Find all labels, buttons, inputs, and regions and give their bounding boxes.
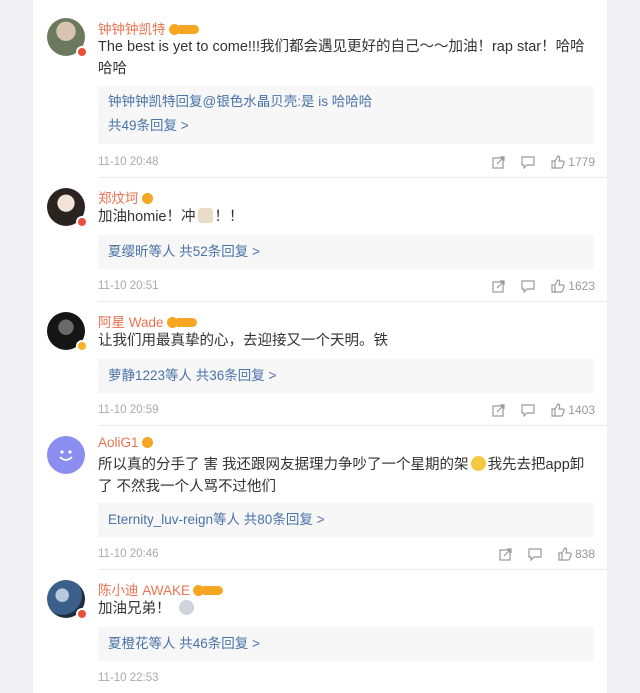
thumbs-up-icon (551, 155, 566, 169)
view-replies-link[interactable]: Eternity_luv-reign等人 共80条回复 > (108, 508, 584, 532)
divider (98, 301, 607, 302)
like-count: 1623 (568, 279, 595, 293)
share-icon[interactable] (492, 155, 505, 169)
comment-username[interactable]: 钟钟钟凯特 (98, 18, 199, 38)
divider (98, 569, 607, 570)
vip-badge-icon (193, 584, 224, 596)
view-replies-link[interactable]: 共49条回复 > (108, 114, 584, 138)
verified-badge-icon (76, 608, 88, 620)
vip-badge-icon (141, 192, 153, 204)
grin-emoji-icon (470, 456, 486, 471)
comment-meta: 11-10 20:48 1779 (98, 154, 595, 170)
comment-text: 让我们用最真挚的心，去迎接又一个天明。铁 (98, 333, 388, 349)
vip-badge-icon (166, 316, 197, 328)
comment-time: 11-10 22:53 (98, 672, 159, 684)
view-replies-link[interactable]: 萝静1223等人 共36条回复 > (108, 364, 584, 388)
comment-text: 加油兄弟！ (98, 598, 593, 620)
share-icon[interactable] (492, 279, 505, 293)
like-count: 838 (574, 547, 595, 561)
comment-username[interactable]: 郑炆坷 (98, 187, 153, 207)
comment-time: 11-10 20:48 (98, 156, 159, 168)
comment-time: 11-10 20:46 (98, 548, 159, 560)
thumbs-up-icon (558, 547, 572, 561)
comment-icon[interactable] (521, 403, 535, 417)
comment-time: 11-10 20:51 (98, 280, 159, 292)
like-count: 1779 (568, 155, 595, 169)
like-button[interactable]: 1623 (551, 278, 595, 294)
reply-preview[interactable]: Eternity_luv-reign等人 共80条回复 > (98, 503, 594, 537)
comment-text: 所以真的分手了 害 我还跟网友据理力争吵了一个星期的架 我先去把app卸 了 不然… (98, 456, 585, 495)
avatar[interactable] (47, 436, 85, 474)
comment-username[interactable]: 阿星 Wade (98, 311, 197, 331)
reply-preview[interactable]: 夏橙花等人 共46条回复 > (98, 627, 594, 661)
comment-icon[interactable] (521, 155, 535, 169)
comment-username[interactable]: AoliG1 (98, 435, 153, 450)
reply-line[interactable]: 钟钟钟凯特回复@银色水晶贝壳:是 is 哈哈哈 (108, 90, 584, 114)
comment-time: 11-10 20:59 (98, 404, 159, 416)
muscle-emoji-icon (197, 208, 213, 223)
avatar[interactable] (47, 312, 88, 352)
comment-meta: 11-10 20:46 838 (98, 546, 595, 562)
like-count: 1403 (568, 403, 595, 417)
avatar[interactable] (47, 18, 88, 58)
vip-badge-icon (168, 23, 199, 35)
avatar[interactable] (47, 188, 88, 228)
reply-preview[interactable]: 钟钟钟凯特回复@银色水晶贝壳:是 is 哈哈哈 共49条回复 > (98, 86, 594, 144)
comments-panel: 钟钟钟凯特 The best is yet to come!!!我们都会遇见更好… (33, 0, 607, 693)
comment-username[interactable]: 陈小迪 AWAKE (98, 579, 224, 599)
view-replies-link[interactable]: 夏橙花等人 共46条回复 > (108, 632, 584, 656)
comment-meta: 11-10 20:59 1403 (98, 402, 595, 418)
comment-icon[interactable] (521, 279, 535, 293)
comment-icon[interactable] (528, 547, 542, 561)
share-icon[interactable] (499, 547, 512, 561)
like-button[interactable]: 1779 (551, 154, 595, 170)
comment-meta: 11-10 20:51 1623 (98, 278, 595, 294)
like-button[interactable]: 1403 (551, 402, 595, 418)
thumbs-up-icon (551, 403, 566, 417)
comment-meta: 11-10 22:53 (98, 670, 595, 686)
thumbs-up-icon (551, 279, 566, 293)
share-icon[interactable] (492, 403, 505, 417)
view-replies-link[interactable]: 夏缨昕等人 共52条回复 > (108, 240, 584, 264)
sticker-emoji-icon (178, 600, 194, 615)
vip-badge-icon (141, 436, 153, 448)
like-button[interactable]: 838 (558, 546, 595, 562)
reply-preview[interactable]: 萝静1223等人 共36条回复 > (98, 359, 594, 393)
divider (98, 425, 607, 426)
verified-badge-icon (76, 216, 88, 228)
comment-text: 加油homie！冲！！ (98, 208, 244, 225)
reply-preview[interactable]: 夏缨昕等人 共52条回复 > (98, 235, 594, 269)
verified-badge-icon (76, 46, 88, 58)
verified-badge-icon (76, 340, 88, 352)
avatar[interactable] (47, 580, 88, 620)
divider (98, 177, 607, 178)
comment-text: The best is yet to come!!!我们都会遇见更好的自己～～加… (98, 39, 585, 77)
